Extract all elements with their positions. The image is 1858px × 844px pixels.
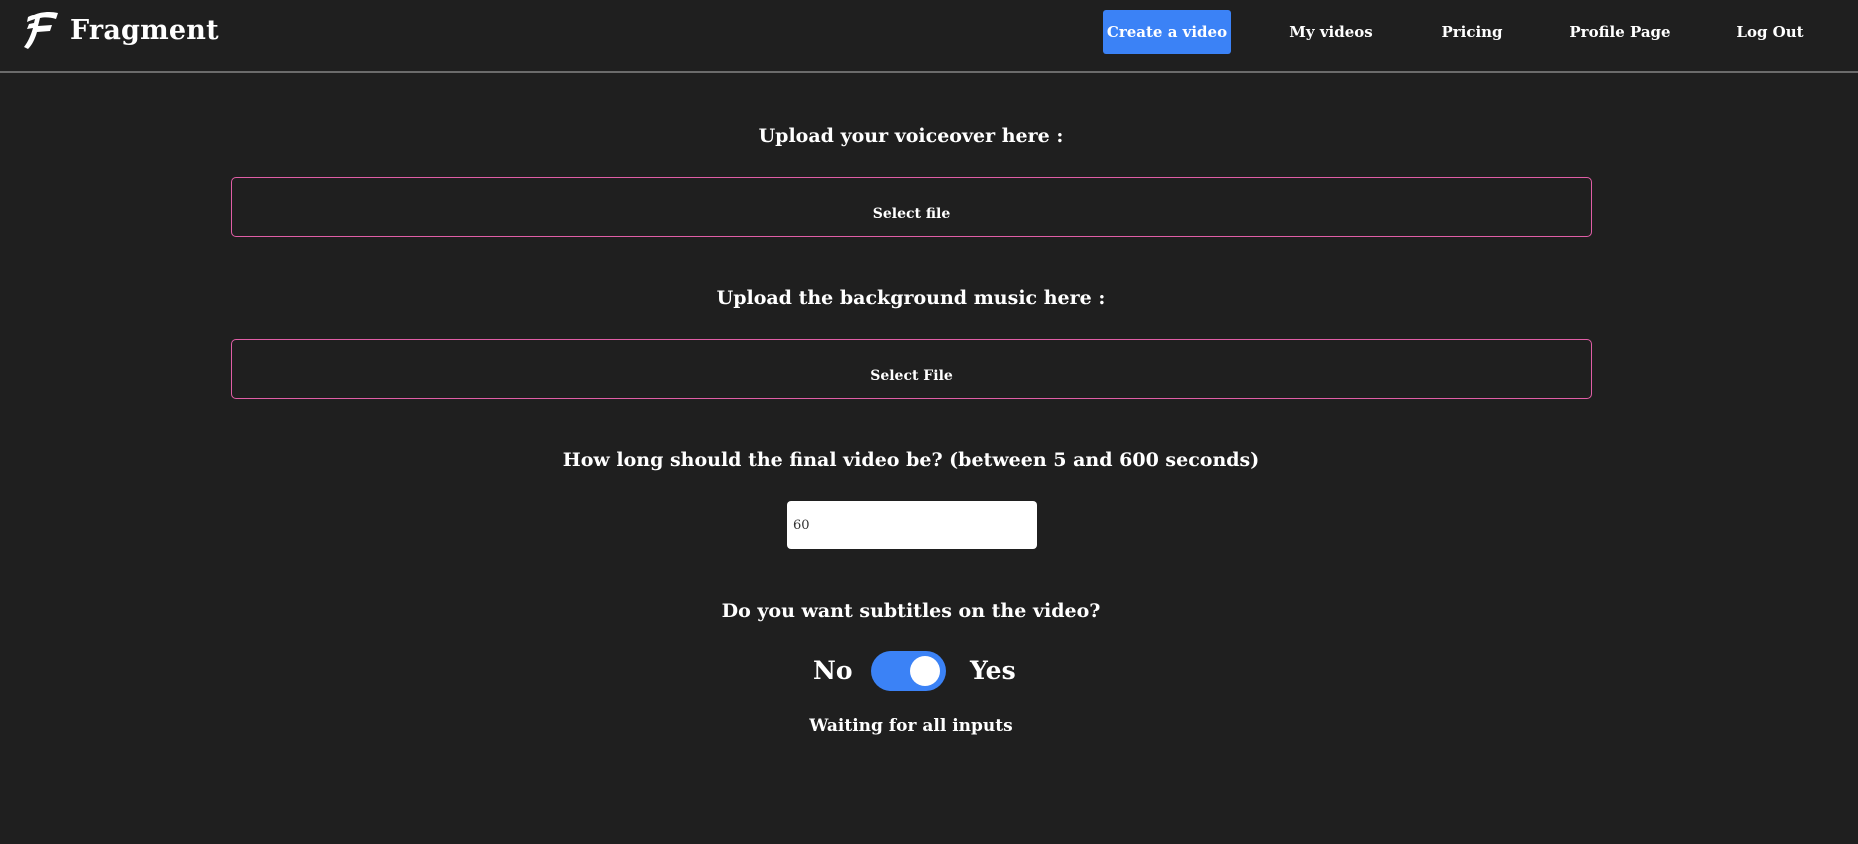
toggle-knob bbox=[910, 656, 940, 686]
nav-create-video-button[interactable]: Create a video bbox=[1103, 10, 1231, 54]
music-file-dropzone[interactable]: Select File bbox=[231, 339, 1592, 399]
form-status-text: Waiting for all inputs bbox=[809, 716, 1013, 736]
nav-profile-page-link[interactable]: Profile Page bbox=[1565, 10, 1675, 54]
nav-pricing-link[interactable]: Pricing bbox=[1430, 10, 1514, 54]
voiceover-heading: Upload your voiceover here : bbox=[758, 125, 1064, 147]
subtitles-no-label: No bbox=[813, 656, 853, 685]
subtitles-yes-label: Yes bbox=[970, 656, 1016, 685]
nav-my-videos-link[interactable]: My videos bbox=[1280, 10, 1382, 54]
nav-log-out-link[interactable]: Log Out bbox=[1722, 10, 1818, 54]
brand[interactable]: Fragment bbox=[24, 6, 219, 54]
subtitles-toggle-row: No Yes bbox=[0, 650, 1858, 692]
music-select-file-button[interactable]: Select File bbox=[232, 368, 1591, 384]
video-length-heading: How long should the final video be? (bet… bbox=[562, 449, 1260, 471]
fragment-logo-icon bbox=[24, 11, 58, 50]
brand-name: Fragment bbox=[70, 14, 219, 46]
voiceover-file-dropzone[interactable]: Select file bbox=[231, 177, 1592, 237]
video-length-input[interactable] bbox=[787, 501, 1037, 549]
subtitles-heading: Do you want subtitles on the video? bbox=[721, 600, 1101, 622]
top-navbar: Fragment Create a video My videos Pricin… bbox=[0, 0, 1858, 73]
subtitles-toggle-switch[interactable] bbox=[871, 651, 946, 691]
voiceover-select-file-button[interactable]: Select file bbox=[232, 206, 1591, 222]
background-music-heading: Upload the background music here : bbox=[716, 287, 1106, 309]
